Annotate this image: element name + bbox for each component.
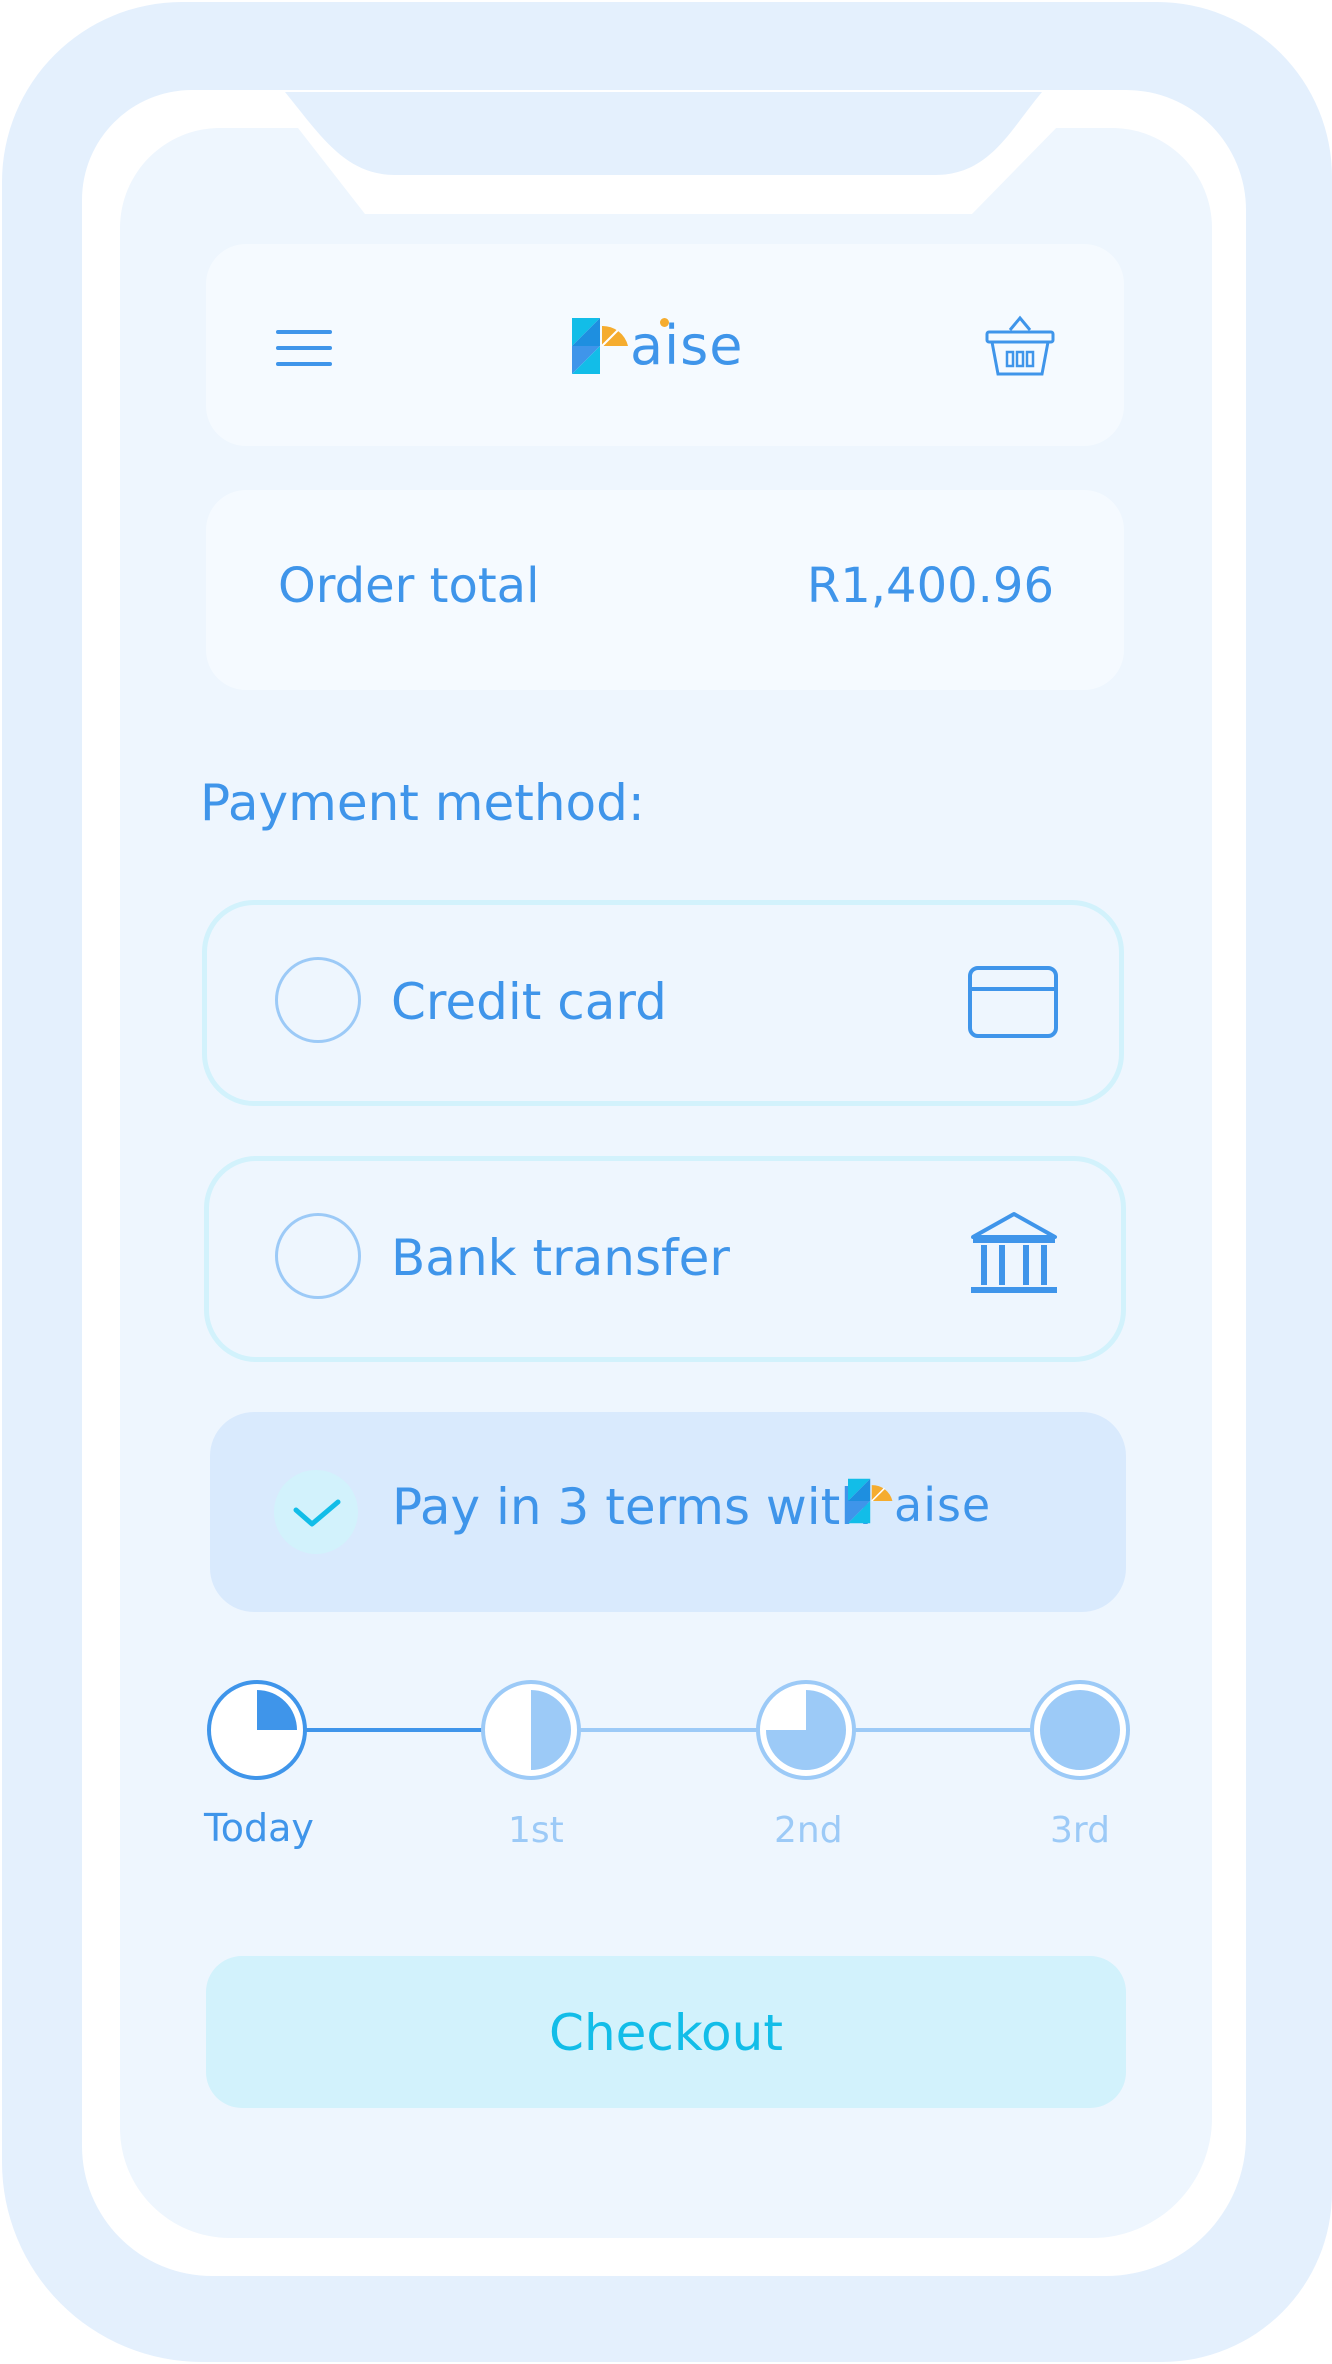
credit-card-icon xyxy=(968,966,1058,1038)
bank-icon xyxy=(971,1212,1057,1293)
order-total-label: Order total xyxy=(278,558,540,614)
payment-method-heading: Payment method: xyxy=(200,774,645,832)
schedule-label-3rd: 3rd xyxy=(1050,1810,1110,1851)
phone-notch xyxy=(270,92,1062,214)
shopping-basket-icon[interactable] xyxy=(984,314,1056,380)
brand-logo: aise xyxy=(572,314,752,380)
pay-in-3-label: Pay in 3 terms with xyxy=(392,1478,872,1536)
selected-check[interactable] xyxy=(274,1470,358,1554)
checkmark-icon xyxy=(293,1499,341,1527)
hamburger-menu-icon[interactable] xyxy=(276,330,332,366)
brand-logo-small: aise xyxy=(848,1476,1008,1532)
checkout-label: Checkout xyxy=(549,2004,783,2062)
order-total-amount: R1,400.96 xyxy=(806,558,1054,614)
logo-wordmark: aise xyxy=(630,314,744,377)
logo-dot xyxy=(660,318,669,327)
header-bar: aise xyxy=(206,244,1124,446)
logo-mark-icon xyxy=(572,318,628,374)
payment-option-pay-in-3[interactable]: Pay in 3 terms with aise xyxy=(210,1412,1126,1612)
schedule-label-today: Today xyxy=(204,1806,314,1850)
radio-credit-card[interactable] xyxy=(275,957,361,1043)
payment-option-credit-card[interactable]: Credit card xyxy=(202,900,1124,1106)
credit-card-label: Credit card xyxy=(391,973,667,1031)
schedule-label-2nd: 2nd xyxy=(774,1810,843,1851)
order-total-card: Order total R1,400.96 xyxy=(206,490,1124,690)
radio-bank-transfer[interactable] xyxy=(275,1213,361,1299)
checkout-button[interactable]: Checkout xyxy=(206,1956,1126,2108)
payment-option-bank-transfer[interactable]: Bank transfer xyxy=(204,1156,1126,1362)
logo-wordmark-small: aise xyxy=(894,1478,992,1532)
schedule-label-1st: 1st xyxy=(508,1810,564,1851)
bank-transfer-label: Bank transfer xyxy=(391,1229,730,1287)
logo-mark-icon xyxy=(848,1478,893,1524)
